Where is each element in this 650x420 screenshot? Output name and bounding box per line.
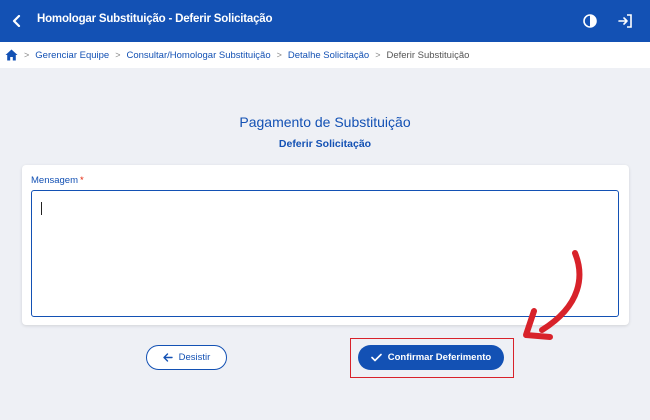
required-mark: * <box>80 175 84 186</box>
breadcrumb-item-detalhe-solicitacao[interactable]: Detalhe Solicitação <box>288 50 369 61</box>
contrast-icon <box>583 14 597 28</box>
chevron-left-icon <box>12 15 21 27</box>
breadcrumb-home[interactable] <box>5 49 18 61</box>
breadcrumb-item-consultar-homologar[interactable]: Consultar/Homologar Substituição <box>126 50 270 61</box>
chevron-right-icon: > <box>375 50 381 60</box>
arrow-left-icon <box>162 353 173 362</box>
chevron-right-icon: > <box>24 50 30 60</box>
breadcrumb-item-gerenciar-equipe[interactable]: Gerenciar Equipe <box>35 50 109 61</box>
breadcrumb-item-current: Deferir Substituição <box>386 49 470 61</box>
page-title: Pagamento de Substituição <box>239 114 411 130</box>
chevron-right-icon: > <box>115 50 121 60</box>
app-header: Homologar Substituição - Deferir Solicit… <box>0 0 650 42</box>
chevron-right-icon: > <box>276 50 282 60</box>
confirmar-deferimento-button[interactable]: Confirmar Deferimento <box>358 345 504 370</box>
contrast-toggle-button[interactable] <box>581 12 599 30</box>
page-subtitle: Deferir Solicitação <box>278 138 372 150</box>
check-icon <box>370 353 382 362</box>
header-title: Homologar Substituição - Deferir Solicit… <box>37 13 273 25</box>
home-icon <box>5 49 18 61</box>
logout-button[interactable] <box>616 12 634 30</box>
message-label: Mensagem * <box>31 175 84 186</box>
sign-out-icon <box>617 14 632 28</box>
annotation-arrow-icon <box>523 250 583 340</box>
text-cursor <box>41 202 42 215</box>
confirmar-deferimento-label: Confirmar Deferimento <box>387 352 492 363</box>
desistir-button[interactable]: Desistir <box>146 345 227 370</box>
desistir-label: Desistir <box>178 352 211 363</box>
breadcrumb: > Gerenciar Equipe > Consultar/Homologar… <box>0 42 650 68</box>
back-button[interactable] <box>8 11 26 31</box>
